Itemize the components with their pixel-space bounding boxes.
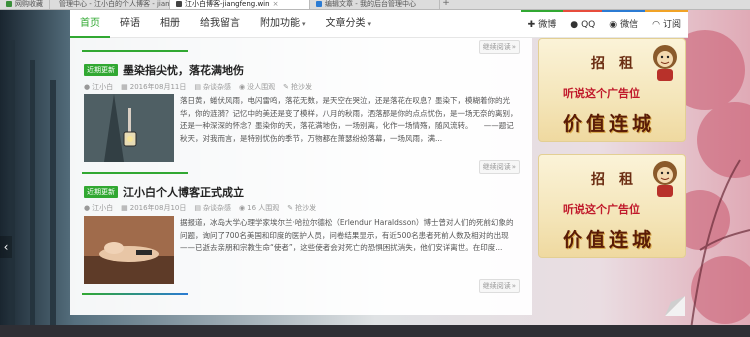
author-meta: ● 江小白: [84, 204, 114, 212]
readmore-button[interactable]: 继续阅读»: [478, 40, 520, 54]
post-list: 继续阅读» 近期更新 墨染指尖忧，落花满地伤 ● 江小白 ▦ 2016年08月11日…: [70, 38, 532, 315]
comment-icon: ✎: [283, 83, 289, 91]
social-rss-link[interactable]: ◠ 订阅: [645, 9, 688, 38]
post-title[interactable]: 江小白个人博客正式成立: [123, 184, 244, 200]
recent-update-badge: 近期更新: [84, 186, 118, 198]
tab-label: 网购收藏: [15, 0, 43, 8]
ad-heading: 招租: [591, 172, 647, 188]
date-meta: ▦ 2016年08月10日: [121, 204, 187, 212]
post-thumbnail[interactable]: [84, 94, 174, 162]
views-meta: ◉ 16 人围观: [239, 204, 280, 212]
comments-meta: ✎ 抢沙发: [283, 83, 312, 91]
category-meta: ▤ 杂谈杂感: [194, 204, 231, 212]
new-tab-button[interactable]: +: [440, 0, 452, 9]
bottom-bar: [0, 325, 750, 337]
comments-meta: ✎ 抢沙发: [287, 204, 317, 212]
favicon-icon: [6, 1, 12, 7]
post-header: 近期更新 江小白个人博客正式成立: [84, 184, 244, 200]
ad-slogan: 价值连城: [563, 229, 656, 251]
browser-tab-editor[interactable]: 编辑文章 - 我的后台管理中心: [310, 0, 440, 9]
tab-label: 编辑文章 - 我的后台管理中心: [325, 0, 416, 8]
date-meta: ▦ 2016年08月11日: [121, 83, 187, 91]
browser-tab-blog[interactable]: 江小白博客-jiangfeng.win ×: [170, 0, 310, 9]
calendar-icon: ▦: [121, 204, 128, 212]
post-meta: ● 江小白 ▦ 2016年08月10日 ▤ 杂谈杂感 ◉ 16 人围观 ✎ 抢沙发: [84, 203, 316, 213]
nav-home[interactable]: 首页: [70, 10, 110, 38]
favicon-icon: [176, 1, 182, 7]
chevron-down-icon: ▾: [302, 19, 306, 28]
browser-tab-bookmarks[interactable]: 网购收藏: [0, 0, 50, 9]
ad-heading: 招租: [591, 56, 647, 72]
ad-tagline: 听说这个广告位: [563, 203, 640, 216]
ad-banner[interactable]: 招租 听说这个广告位 价值连城: [538, 154, 686, 258]
site-navigation: 首页 碎语 相册 给我留言 附加功能 ▾ 文章分类 ▾ ✚ 微博 ● QQ ◉ 微信 ◠ 订…: [70, 9, 688, 38]
post-divider: [82, 172, 188, 174]
ad-banner[interactable]: 招租 听说这个广告位 价值连城: [538, 38, 686, 142]
social-qq-link[interactable]: ● QQ: [563, 9, 603, 38]
rss-icon: ◠: [652, 19, 660, 30]
eye-icon: ◉: [239, 83, 246, 91]
nav-guestbook[interactable]: 给我留言: [190, 10, 250, 38]
calendar-icon: ▦: [121, 83, 128, 91]
post-excerpt: 落日黄，蜷伏风雨，电闪雷鸣，落花无数，是天空在哭泣，还是落花在叹息？墨染下，模糊…: [180, 96, 529, 143]
qq-icon: ●: [570, 19, 579, 30]
nav-categories[interactable]: 文章分类 ▾: [316, 10, 382, 38]
monkey-mascot-icon: [653, 161, 677, 197]
post-divider: [82, 293, 188, 295]
comment-icon: ✎: [287, 204, 294, 212]
monkey-mascot-icon: [653, 45, 677, 81]
category-meta: ▤ 杂谈杂感: [194, 83, 231, 91]
social-weibo-link[interactable]: ✚ 微博: [520, 9, 564, 38]
ad-slogan: 价值连城: [563, 113, 656, 135]
nav-album[interactable]: 相册: [150, 10, 190, 38]
eye-icon: ◉: [239, 204, 246, 212]
post-thumbnail[interactable]: [84, 216, 174, 284]
browser-tab-strip: 网购收藏 管理中心 - 江小白的个人博客 - jiangfeng... 江小白博…: [0, 0, 750, 10]
tab-label: 江小白博客-jiangfeng.win: [185, 0, 270, 8]
social-links: ✚ 微博 ● QQ ◉ 微信 ◠ 订阅: [520, 9, 688, 38]
wechat-icon: ◉: [609, 19, 618, 30]
readmore-button[interactable]: 继续阅读»: [478, 160, 520, 174]
tab-label: 管理中心 - 江小白的个人博客 - jiangfeng...: [59, 0, 170, 8]
browser-tab-admin[interactable]: 管理中心 - 江小白的个人博客 - jiangfeng...: [50, 0, 170, 9]
readmore-button[interactable]: 继续阅读»: [478, 279, 520, 293]
nav-murmurs[interactable]: 碎语: [110, 10, 150, 38]
folder-icon: ▤: [194, 83, 201, 91]
post-excerpt: 据报道，冰岛大学心理学家埃尔兰·哈拉尔德松（Erlendur Haraldsso…: [180, 218, 514, 252]
views-meta: ◉ 没人围观: [239, 83, 276, 91]
post-meta: ● 江小白 ▦ 2016年08月11日 ▤ 杂谈杂感 ◉ 没人围观 ✎ 抢沙发: [84, 82, 312, 92]
nav-extras[interactable]: 附加功能 ▾: [250, 10, 316, 38]
user-icon: ●: [84, 204, 91, 212]
post-divider: [82, 50, 188, 52]
folder-icon: ▤: [194, 204, 201, 212]
author-meta: ● 江小白: [84, 83, 114, 91]
user-icon: ●: [84, 83, 91, 91]
recent-update-badge: 近期更新: [84, 64, 118, 76]
ad-tagline: 听说这个广告位: [563, 87, 640, 100]
favicon-icon: [316, 1, 322, 7]
post-header: 近期更新 墨染指尖忧，落花满地伤: [84, 62, 244, 78]
post-title[interactable]: 墨染指尖忧，落花满地伤: [123, 62, 244, 78]
chevron-down-icon: ▾: [367, 19, 372, 28]
carousel-left-arrow-icon[interactable]: ‹: [0, 236, 12, 258]
social-wechat-link[interactable]: ◉ 微信: [602, 9, 646, 38]
page-curl-icon[interactable]: [665, 296, 685, 316]
weibo-icon: ✚: [527, 19, 536, 30]
close-tab-icon[interactable]: ×: [273, 0, 279, 9]
